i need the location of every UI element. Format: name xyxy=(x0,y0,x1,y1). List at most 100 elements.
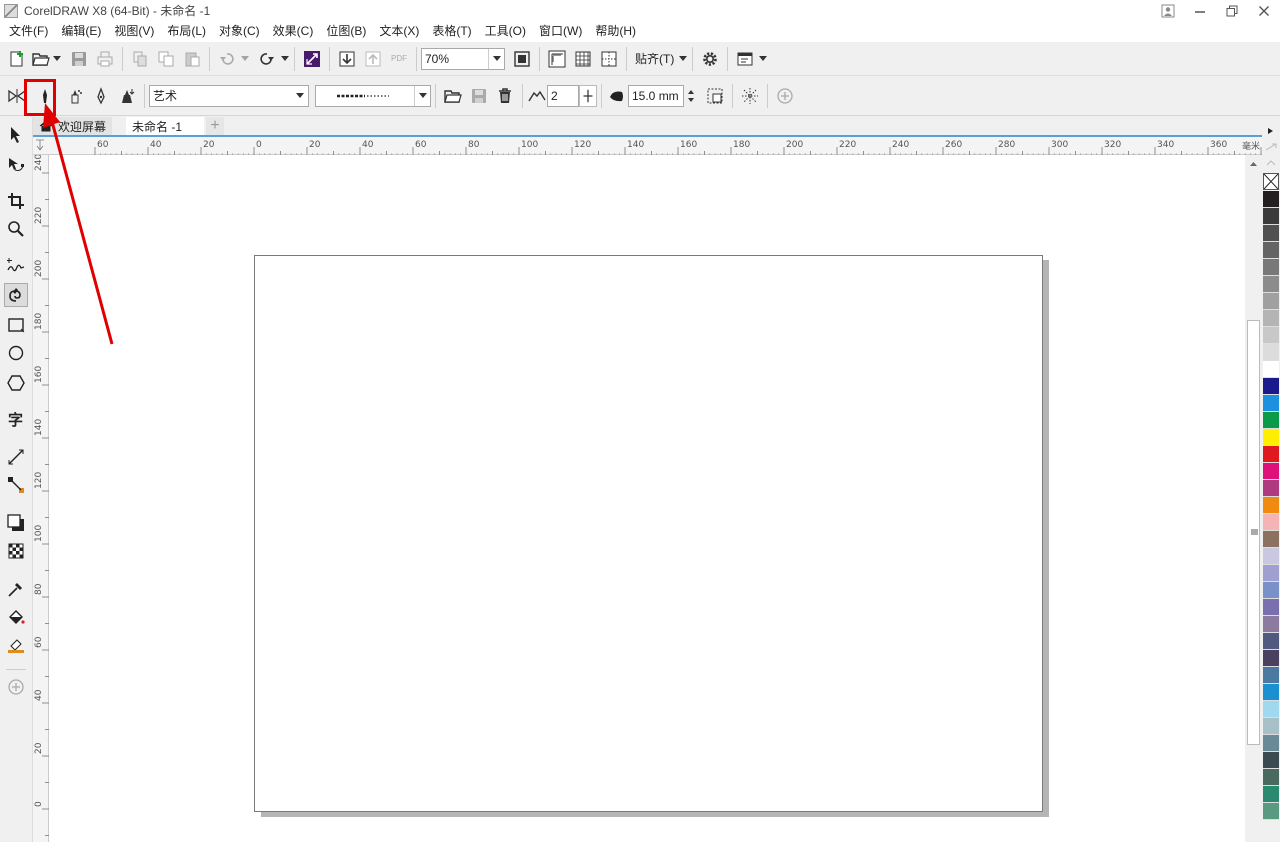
undo-dropdown-arrow[interactable] xyxy=(240,46,250,72)
menu-effects[interactable]: 效果(C) xyxy=(267,21,320,42)
browse-button[interactable] xyxy=(440,82,466,110)
scroll-up-icon[interactable] xyxy=(1245,158,1262,170)
menu-file[interactable]: 文件(F) xyxy=(3,21,54,42)
tab-welcome-screen[interactable]: 欢迎屏幕 xyxy=(33,117,113,135)
rectangle-tool[interactable] xyxy=(4,313,28,337)
color-swatch[interactable] xyxy=(1263,769,1279,786)
color-swatch[interactable] xyxy=(1263,616,1279,633)
menu-window[interactable]: 窗口(W) xyxy=(533,21,588,42)
color-swatch[interactable] xyxy=(1263,429,1279,446)
quick-customize-tool[interactable] xyxy=(4,675,28,699)
color-swatch[interactable] xyxy=(1263,259,1279,276)
new-document-button[interactable] xyxy=(4,46,30,72)
text-tool[interactable]: 字 xyxy=(4,407,28,431)
smart-fill-tool[interactable] xyxy=(4,633,28,657)
search-content-button[interactable] xyxy=(299,46,325,72)
redo-button[interactable] xyxy=(254,46,280,72)
copy-button[interactable] xyxy=(153,46,179,72)
add-tab-button[interactable]: + xyxy=(206,117,225,135)
horizontal-ruler[interactable]: 60 40 20 0 20 40 60 80 100 120 140 160 180 200 220 240 2… xyxy=(48,137,1278,155)
menu-object[interactable]: 对象(C) xyxy=(213,21,266,42)
color-swatch[interactable] xyxy=(1263,412,1279,429)
print-button[interactable] xyxy=(92,46,118,72)
interactive-fill-tool[interactable] xyxy=(4,605,28,629)
color-swatch[interactable] xyxy=(1263,684,1279,701)
color-swatch[interactable] xyxy=(1263,378,1279,395)
color-swatch[interactable] xyxy=(1263,480,1279,497)
save-stroke-button[interactable] xyxy=(466,82,492,110)
drop-shadow-tool[interactable] xyxy=(4,511,28,535)
show-guidelines-button[interactable] xyxy=(596,46,622,72)
preset-stroke-select[interactable]: 艺术 xyxy=(149,84,309,107)
stroke-style-dropdown-arrow[interactable] xyxy=(414,85,430,106)
color-swatch[interactable] xyxy=(1263,497,1279,514)
menu-text[interactable]: 文本(X) xyxy=(373,21,425,42)
color-swatch[interactable] xyxy=(1263,667,1279,684)
cut-button[interactable] xyxy=(127,46,153,72)
no-color-swatch[interactable] xyxy=(1263,173,1279,190)
color-swatch[interactable] xyxy=(1263,701,1279,718)
preset-dropdown-arrow[interactable] xyxy=(292,86,308,106)
options-button[interactable] xyxy=(697,46,723,72)
color-swatch[interactable] xyxy=(1263,327,1279,344)
color-swatch[interactable] xyxy=(1263,242,1279,259)
color-swatch[interactable] xyxy=(1263,565,1279,582)
account-icon[interactable] xyxy=(1152,0,1184,21)
save-button[interactable] xyxy=(66,46,92,72)
export-button[interactable] xyxy=(360,46,386,72)
ruler-corner[interactable] xyxy=(33,137,49,155)
publish-pdf-button[interactable]: PDF xyxy=(386,46,412,72)
document-page[interactable] xyxy=(254,255,1043,812)
stroke-width-input[interactable]: 15.0 mm xyxy=(628,84,684,107)
undo-button[interactable] xyxy=(214,46,240,72)
transparency-tool[interactable] xyxy=(4,539,28,563)
menu-help[interactable]: 帮助(H) xyxy=(589,21,642,42)
color-swatch[interactable] xyxy=(1263,650,1279,667)
bounding-box-button[interactable] xyxy=(702,82,728,110)
import-button[interactable] xyxy=(334,46,360,72)
zoom-dropdown-arrow[interactable] xyxy=(488,48,504,69)
palette-flyout-icon[interactable] xyxy=(1262,141,1280,153)
eyedropper-tool[interactable] xyxy=(4,577,28,601)
minimize-icon[interactable] xyxy=(1184,0,1216,21)
menu-layout[interactable]: 布局(L) xyxy=(161,21,212,42)
dimension-tool[interactable] xyxy=(4,445,28,469)
pressure-button[interactable] xyxy=(114,82,140,110)
color-swatch[interactable] xyxy=(1263,735,1279,752)
zoom-tool[interactable] xyxy=(4,217,28,241)
connector-tool[interactable] xyxy=(4,473,28,497)
drawing-canvas[interactable] xyxy=(49,155,1245,842)
color-swatch[interactable] xyxy=(1263,310,1279,327)
sprayer-button[interactable] xyxy=(88,82,114,110)
palette-scroll-up-icon[interactable] xyxy=(1262,125,1280,137)
polygon-tool[interactable] xyxy=(4,371,28,395)
merge-button[interactable] xyxy=(737,82,763,110)
close-icon[interactable] xyxy=(1248,0,1280,21)
color-swatch[interactable] xyxy=(1263,803,1279,820)
preset-brush-button[interactable] xyxy=(32,82,58,110)
ellipse-tool[interactable] xyxy=(4,341,28,365)
delete-button[interactable] xyxy=(492,82,518,110)
color-swatch[interactable] xyxy=(1263,361,1279,378)
snap-to-button[interactable]: 贴齐(T) xyxy=(631,46,678,72)
palette-chevron-up-icon[interactable] xyxy=(1262,157,1280,169)
restore-icon[interactable] xyxy=(1216,0,1248,21)
crop-tool[interactable] xyxy=(4,189,28,213)
menu-view[interactable]: 视图(V) xyxy=(108,21,160,42)
color-swatch[interactable] xyxy=(1263,191,1279,208)
width-spinner[interactable] xyxy=(684,82,698,110)
full-screen-button[interactable] xyxy=(509,46,535,72)
color-swatch[interactable] xyxy=(1263,582,1279,599)
color-swatch[interactable] xyxy=(1263,548,1279,565)
launcher-dropdown-arrow[interactable] xyxy=(758,46,768,72)
tab-document[interactable]: 未命名 -1 xyxy=(126,117,205,135)
color-swatch[interactable] xyxy=(1263,786,1279,803)
open-dropdown-arrow[interactable] xyxy=(52,46,62,72)
smoothing-slider-button[interactable] xyxy=(579,84,597,107)
vertical-ruler[interactable]: 240 220 200 180 160 140 120 100 80 60 40 20 0 xyxy=(33,154,49,842)
color-swatch[interactable] xyxy=(1263,463,1279,480)
quick-customize-button[interactable] xyxy=(772,82,798,110)
application-launcher-button[interactable] xyxy=(732,46,758,72)
vertical-scroll-thumb[interactable] xyxy=(1247,320,1260,745)
shape-tool[interactable] xyxy=(4,153,28,177)
